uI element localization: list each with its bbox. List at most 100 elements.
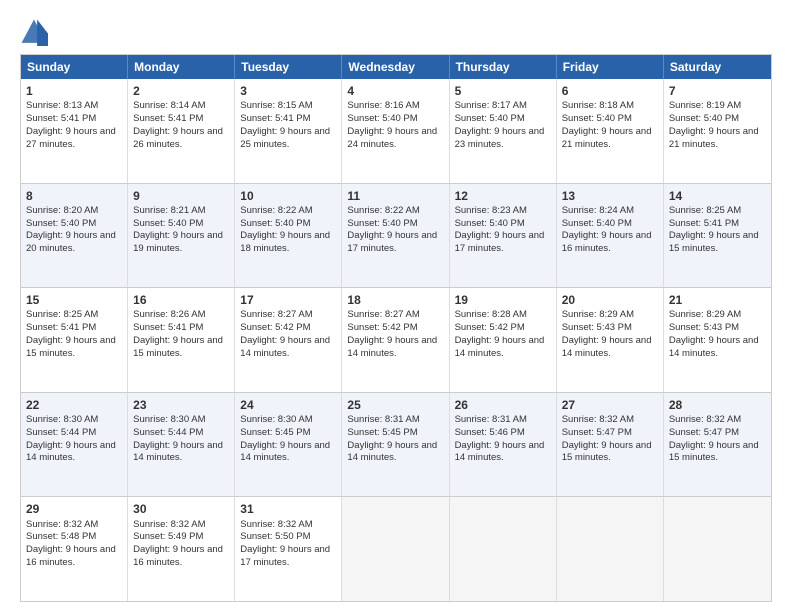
cal-cell-20: 20Sunrise: 8:29 AMSunset: 5:43 PMDayligh…	[557, 288, 664, 392]
cal-cell-22: 22Sunrise: 8:30 AMSunset: 5:44 PMDayligh…	[21, 393, 128, 497]
cal-cell-empty-4	[450, 497, 557, 601]
cal-cell-12: 12Sunrise: 8:23 AMSunset: 5:40 PMDayligh…	[450, 184, 557, 288]
day-number: 3	[240, 83, 336, 99]
cal-cell-30: 30 Sunrise: 8:32 AMSunset: 5:49 PMDayligh…	[128, 497, 235, 601]
cal-cell-5: 5Sunrise: 8:17 AMSunset: 5:40 PMDaylight…	[450, 79, 557, 183]
day-number: 12	[455, 188, 551, 204]
day-number: 30	[133, 501, 229, 517]
calendar-row-4: 22Sunrise: 8:30 AMSunset: 5:44 PMDayligh…	[21, 392, 771, 497]
cal-cell-13: 13Sunrise: 8:24 AMSunset: 5:40 PMDayligh…	[557, 184, 664, 288]
weekday-header-monday: Monday	[128, 55, 235, 79]
cal-cell-16: 16Sunrise: 8:26 AMSunset: 5:41 PMDayligh…	[128, 288, 235, 392]
day-info: Sunrise: 8:29 AMSunset: 5:43 PMDaylight:…	[669, 309, 759, 358]
cal-cell-empty-6	[664, 497, 771, 601]
day-number: 29	[26, 501, 122, 517]
calendar-row-5: 29 Sunrise: 8:32 AMSunset: 5:48 PMDayligh…	[21, 496, 771, 601]
day-number: 2	[133, 83, 229, 99]
cal-cell-3: 3Sunrise: 8:15 AMSunset: 5:41 PMDaylight…	[235, 79, 342, 183]
day-number: 7	[669, 83, 766, 99]
weekday-header-sunday: Sunday	[21, 55, 128, 79]
day-number: 13	[562, 188, 658, 204]
day-info: Sunrise: 8:29 AMSunset: 5:43 PMDaylight:…	[562, 309, 652, 358]
cal-cell-14: 14Sunrise: 8:25 AMSunset: 5:41 PMDayligh…	[664, 184, 771, 288]
cal-cell-15: 15Sunrise: 8:25 AMSunset: 5:41 PMDayligh…	[21, 288, 128, 392]
day-info: Sunrise: 8:17 AMSunset: 5:40 PMDaylight:…	[455, 100, 545, 149]
day-info: Sunrise: 8:13 AMSunset: 5:41 PMDaylight:…	[26, 100, 116, 149]
cal-cell-21: 21Sunrise: 8:29 AMSunset: 5:43 PMDayligh…	[664, 288, 771, 392]
weekday-header-friday: Friday	[557, 55, 664, 79]
calendar-body: 1Sunrise: 8:13 AMSunset: 5:41 PMDaylight…	[21, 79, 771, 601]
day-info: Sunrise: 8:23 AMSunset: 5:40 PMDaylight:…	[455, 205, 545, 254]
day-info: Sunrise: 8:31 AMSunset: 5:45 PMDaylight:…	[347, 414, 437, 463]
day-number: 9	[133, 188, 229, 204]
day-number: 5	[455, 83, 551, 99]
day-info: Sunrise: 8:21 AMSunset: 5:40 PMDaylight:…	[133, 205, 223, 254]
cal-cell-7: 7Sunrise: 8:19 AMSunset: 5:40 PMDaylight…	[664, 79, 771, 183]
cal-cell-28: 28Sunrise: 8:32 AMSunset: 5:47 PMDayligh…	[664, 393, 771, 497]
cal-cell-empty-5	[557, 497, 664, 601]
weekday-header-wednesday: Wednesday	[342, 55, 449, 79]
header	[20, 18, 772, 46]
day-number: 18	[347, 292, 443, 308]
day-number: 25	[347, 397, 443, 413]
cal-cell-11: 11Sunrise: 8:22 AMSunset: 5:40 PMDayligh…	[342, 184, 449, 288]
day-number: 8	[26, 188, 122, 204]
day-number: 6	[562, 83, 658, 99]
cal-cell-17: 17Sunrise: 8:27 AMSunset: 5:42 PMDayligh…	[235, 288, 342, 392]
cal-cell-empty-3	[342, 497, 449, 601]
cal-cell-31: 31Sunrise: 8:32 AMSunset: 5:50 PMDayligh…	[235, 497, 342, 601]
day-number: 28	[669, 397, 766, 413]
day-info: Sunrise: 8:16 AMSunset: 5:40 PMDaylight:…	[347, 100, 437, 149]
day-number: 10	[240, 188, 336, 204]
cal-cell-6: 6Sunrise: 8:18 AMSunset: 5:40 PMDaylight…	[557, 79, 664, 183]
cal-cell-18: 18Sunrise: 8:27 AMSunset: 5:42 PMDayligh…	[342, 288, 449, 392]
day-number: 24	[240, 397, 336, 413]
cal-cell-27: 27Sunrise: 8:32 AMSunset: 5:47 PMDayligh…	[557, 393, 664, 497]
calendar: SundayMondayTuesdayWednesdayThursdayFrid…	[20, 54, 772, 602]
day-info: Sunrise: 8:32 AMSunset: 5:50 PMDaylight:…	[240, 519, 330, 568]
day-info: Sunrise: 8:26 AMSunset: 5:41 PMDaylight:…	[133, 309, 223, 358]
day-number: 19	[455, 292, 551, 308]
day-info: Sunrise: 8:24 AMSunset: 5:40 PMDaylight:…	[562, 205, 652, 254]
weekday-header-saturday: Saturday	[664, 55, 771, 79]
day-number: 14	[669, 188, 766, 204]
day-info: Sunrise: 8:32 AMSunset: 5:48 PMDaylight:…	[26, 519, 116, 568]
day-info: Sunrise: 8:32 AMSunset: 5:47 PMDaylight:…	[562, 414, 652, 463]
day-info: Sunrise: 8:19 AMSunset: 5:40 PMDaylight:…	[669, 100, 759, 149]
day-number: 15	[26, 292, 122, 308]
day-number: 27	[562, 397, 658, 413]
calendar-row-2: 8Sunrise: 8:20 AMSunset: 5:40 PMDaylight…	[21, 183, 771, 288]
day-info: Sunrise: 8:30 AMSunset: 5:44 PMDaylight:…	[26, 414, 116, 463]
cal-cell-1: 1Sunrise: 8:13 AMSunset: 5:41 PMDaylight…	[21, 79, 128, 183]
day-info: Sunrise: 8:22 AMSunset: 5:40 PMDaylight:…	[240, 205, 330, 254]
day-info: Sunrise: 8:31 AMSunset: 5:46 PMDaylight:…	[455, 414, 545, 463]
day-info: Sunrise: 8:32 AMSunset: 5:49 PMDaylight:…	[133, 519, 223, 568]
cal-cell-2: 2Sunrise: 8:14 AMSunset: 5:41 PMDaylight…	[128, 79, 235, 183]
calendar-row-1: 1Sunrise: 8:13 AMSunset: 5:41 PMDaylight…	[21, 79, 771, 183]
day-number: 26	[455, 397, 551, 413]
day-number: 20	[562, 292, 658, 308]
day-number: 22	[26, 397, 122, 413]
day-info: Sunrise: 8:14 AMSunset: 5:41 PMDaylight:…	[133, 100, 223, 149]
calendar-header: SundayMondayTuesdayWednesdayThursdayFrid…	[21, 55, 771, 79]
day-info: Sunrise: 8:25 AMSunset: 5:41 PMDaylight:…	[669, 205, 759, 254]
cal-cell-26: 26Sunrise: 8:31 AMSunset: 5:46 PMDayligh…	[450, 393, 557, 497]
cal-cell-23: 23Sunrise: 8:30 AMSunset: 5:44 PMDayligh…	[128, 393, 235, 497]
weekday-header-tuesday: Tuesday	[235, 55, 342, 79]
calendar-row-3: 15Sunrise: 8:25 AMSunset: 5:41 PMDayligh…	[21, 287, 771, 392]
day-info: Sunrise: 8:22 AMSunset: 5:40 PMDaylight:…	[347, 205, 437, 254]
cal-cell-25: 25Sunrise: 8:31 AMSunset: 5:45 PMDayligh…	[342, 393, 449, 497]
day-info: Sunrise: 8:18 AMSunset: 5:40 PMDaylight:…	[562, 100, 652, 149]
day-number: 11	[347, 188, 443, 204]
day-info: Sunrise: 8:28 AMSunset: 5:42 PMDaylight:…	[455, 309, 545, 358]
cal-cell-9: 9Sunrise: 8:21 AMSunset: 5:40 PMDaylight…	[128, 184, 235, 288]
cal-cell-8: 8Sunrise: 8:20 AMSunset: 5:40 PMDaylight…	[21, 184, 128, 288]
cal-cell-24: 24Sunrise: 8:30 AMSunset: 5:45 PMDayligh…	[235, 393, 342, 497]
day-number: 17	[240, 292, 336, 308]
page: SundayMondayTuesdayWednesdayThursdayFrid…	[0, 0, 792, 612]
day-info: Sunrise: 8:20 AMSunset: 5:40 PMDaylight:…	[26, 205, 116, 254]
day-number: 1	[26, 83, 122, 99]
cal-cell-10: 10Sunrise: 8:22 AMSunset: 5:40 PMDayligh…	[235, 184, 342, 288]
day-number: 23	[133, 397, 229, 413]
day-info: Sunrise: 8:15 AMSunset: 5:41 PMDaylight:…	[240, 100, 330, 149]
